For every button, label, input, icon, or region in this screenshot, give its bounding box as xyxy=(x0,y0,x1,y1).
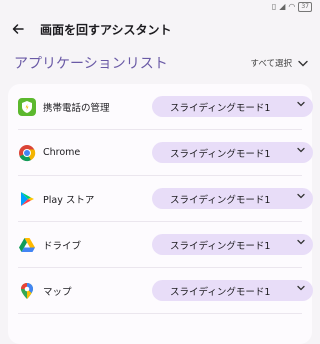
chevron-down-icon xyxy=(297,147,305,153)
mode-value: スライディングモード1 xyxy=(170,240,271,252)
page-title: 画面を回すアシスタント xyxy=(40,22,172,37)
chevron-down-icon xyxy=(297,239,305,245)
back-arrow-icon xyxy=(12,24,24,34)
list-item: ドライブ スライディングモード1 xyxy=(8,222,313,267)
signal-icon: ◢ xyxy=(279,2,286,11)
mode-value: スライディングモード1 xyxy=(170,148,271,160)
select-all-dropdown[interactable]: すべて選択 xyxy=(250,57,308,69)
wifi-icon: ◠ xyxy=(288,2,296,11)
chevron-down-icon xyxy=(298,60,308,66)
battery-icon: 37 xyxy=(298,2,312,12)
status-bar: ▯ ◢ ◠ 37 xyxy=(0,0,320,14)
mode-value: スライディングモード1 xyxy=(170,286,271,298)
top-app-bar: 画面を回すアシスタント xyxy=(0,14,320,44)
chrome-icon xyxy=(18,144,36,162)
chevron-down-icon xyxy=(297,285,305,291)
maps-icon xyxy=(18,282,36,300)
app-list: 携帯電話の管理 スライディングモード1 Chrome スライディングモード1 P… xyxy=(8,84,313,344)
mode-value: スライディングモード1 xyxy=(170,102,271,114)
mode-value: スライディングモード1 xyxy=(170,194,271,206)
mode-select[interactable]: スライディングモード1 xyxy=(152,234,313,255)
section-title: アプリケーションリスト xyxy=(14,56,168,72)
mode-select[interactable]: スライディングモード1 xyxy=(152,96,313,117)
app-label: マップ xyxy=(43,286,72,298)
select-all-label: すべて選択 xyxy=(250,59,292,69)
list-item: 携帯電話の管理 スライディングモード1 xyxy=(8,84,313,129)
app-label: Play ストア xyxy=(43,194,95,206)
app-label: Chrome xyxy=(43,147,81,158)
chevron-down-icon xyxy=(297,193,305,199)
mode-select[interactable]: スライディングモード1 xyxy=(152,142,313,163)
list-item: Play ストア スライディングモード1 xyxy=(8,176,313,221)
play-store-icon xyxy=(18,190,36,208)
drive-icon xyxy=(18,236,36,254)
app-label: ドライブ xyxy=(43,240,82,252)
vibrate-icon: ▯ xyxy=(271,2,277,11)
list-item: マップ スライディングモード1 xyxy=(8,268,313,313)
chevron-down-icon xyxy=(297,101,305,107)
mode-select[interactable]: スライディングモード1 xyxy=(152,188,313,209)
back-button[interactable] xyxy=(4,15,32,43)
section-header: アプリケーションリスト すべて選択 xyxy=(14,50,308,76)
status-icons: ▯ ◢ ◠ 37 xyxy=(272,2,312,12)
app-label: 携帯電話の管理 xyxy=(43,102,110,114)
divider xyxy=(18,313,302,314)
list-item: Chrome スライディングモード1 xyxy=(8,130,313,175)
mode-select[interactable]: スライディングモード1 xyxy=(152,280,313,301)
phone-manager-icon xyxy=(18,97,36,116)
